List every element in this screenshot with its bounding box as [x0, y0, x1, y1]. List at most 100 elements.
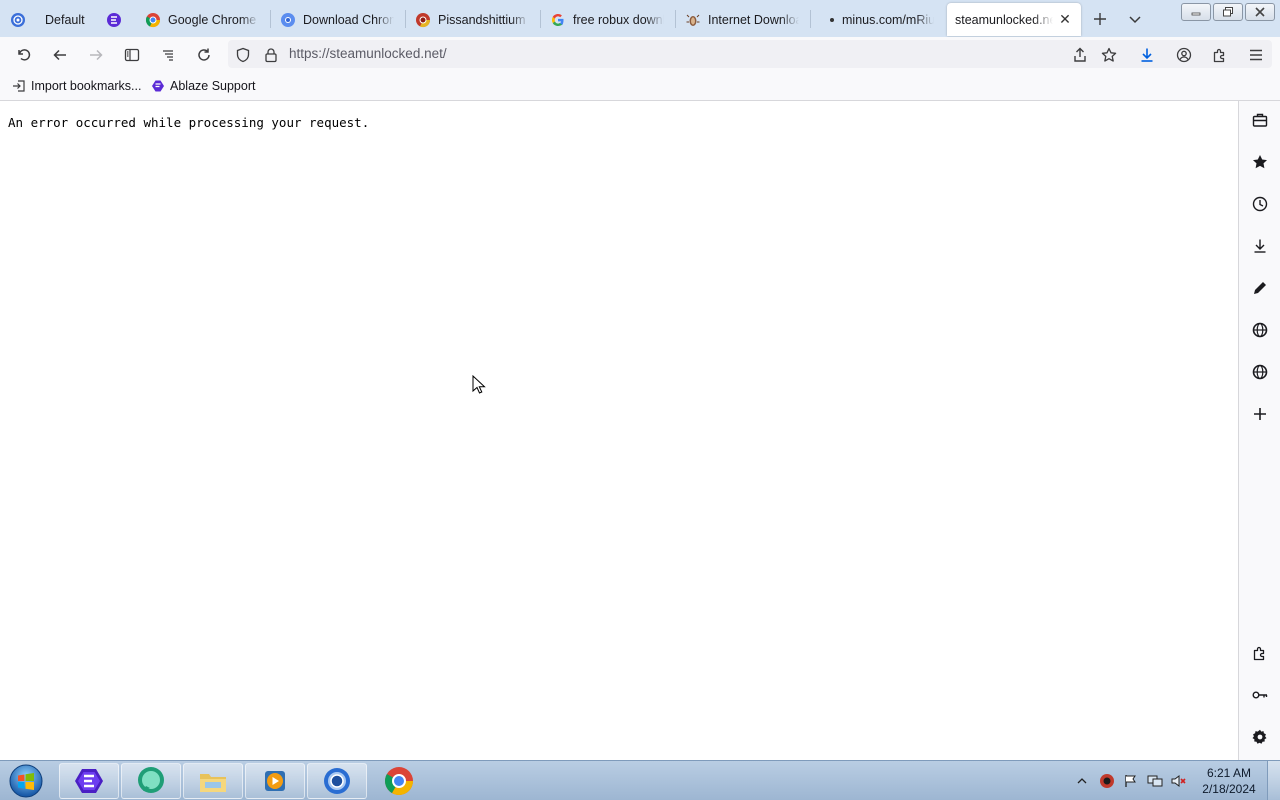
bug-icon — [685, 12, 701, 28]
download-icon — [1254, 239, 1266, 253]
forward-button[interactable] — [83, 42, 109, 68]
close-tab-icon[interactable]: ✕ — [1057, 11, 1073, 28]
tab-strip: Default Google Chrome W Download Chrom P… — [0, 0, 1280, 37]
share-button[interactable] — [1067, 42, 1093, 68]
arrow-right-icon — [90, 49, 103, 61]
taskbar-media-player[interactable] — [245, 763, 305, 799]
tab-title: Google Chrome W — [168, 12, 259, 27]
chevron-up-icon — [1077, 778, 1087, 784]
bookmark-ablaze-support[interactable]: Ablaze Support — [151, 79, 255, 93]
taskbar-google-chrome[interactable] — [369, 763, 429, 799]
sidebar-add-panel-button[interactable] — [1249, 403, 1271, 425]
windows-start-orb-icon — [9, 764, 43, 798]
network-icon — [1147, 775, 1163, 787]
tab-title: Pissandshittium — [438, 12, 526, 27]
extensions-button[interactable] — [1207, 42, 1233, 68]
show-hidden-icons-button[interactable] — [1074, 773, 1090, 789]
bookmark-label: Ablaze Support — [170, 79, 256, 93]
clock-date: 2/18/2024 — [1202, 782, 1256, 796]
chrome-blue-icon — [280, 12, 296, 28]
sidebar-toggle-button[interactable] — [119, 42, 145, 68]
sidebar-extensions-button[interactable] — [1249, 642, 1271, 664]
url-text[interactable]: https://steamunlocked.net/ — [289, 46, 447, 61]
list-all-tabs-button[interactable] — [1124, 8, 1146, 30]
taskbar-file-explorer[interactable] — [183, 763, 243, 799]
mouse-cursor-icon — [472, 375, 486, 394]
plus-icon — [1254, 408, 1266, 420]
chromium-red-icon — [415, 12, 431, 28]
taskbar-ablaze-browser[interactable] — [59, 763, 119, 799]
arrow-left-icon — [53, 49, 66, 61]
undo-close-tab-button[interactable] — [11, 42, 37, 68]
tray-network[interactable] — [1147, 773, 1163, 789]
puzzle-icon — [1213, 48, 1225, 63]
sidebar-toolbox-button[interactable] — [1249, 109, 1271, 131]
bookmarks-toolbar: Import bookmarks... Ablaze Support — [0, 72, 1280, 101]
tab-pissandshittium[interactable]: Pissandshittium — [407, 3, 537, 36]
gear-icon — [1252, 729, 1267, 744]
minimize-icon — [1191, 12, 1201, 16]
taskbar-chromium-app[interactable] — [307, 763, 367, 799]
profile-tab[interactable]: Default — [4, 3, 92, 36]
chevron-down-icon — [1129, 16, 1141, 24]
tab-divider — [810, 10, 811, 28]
sidebar-settings-button[interactable] — [1249, 726, 1271, 748]
dot-icon — [828, 12, 836, 28]
tray-antivirus[interactable] — [1099, 773, 1115, 789]
clock-time: 6:21 AM — [1206, 766, 1252, 780]
hamburger-menu-icon — [1250, 49, 1262, 61]
sidebar-bookmarks-button[interactable] — [1249, 151, 1271, 173]
profile-globe-icon — [10, 12, 26, 28]
sidebar-passwords-button[interactable] — [1249, 684, 1271, 706]
sidebar-web-panel-button[interactable] — [1249, 361, 1271, 383]
new-tab-button[interactable] — [1089, 8, 1111, 30]
sidebar-web-panel-button[interactable] — [1249, 319, 1271, 341]
bookmark-import[interactable]: Import bookmarks... — [12, 79, 141, 93]
back-button[interactable] — [47, 42, 73, 68]
tab-list-button[interactable] — [155, 42, 181, 68]
restore-button[interactable] — [1213, 3, 1243, 21]
tray-volume-muted[interactable] — [1171, 773, 1187, 789]
tab-divider — [540, 10, 541, 28]
site-security-button[interactable] — [258, 42, 284, 68]
tab-download-chrome[interactable]: Download Chrom — [272, 3, 402, 36]
error-message: An error occurred while processing your … — [8, 115, 370, 130]
tray-action-center[interactable] — [1123, 773, 1139, 789]
folder-icon — [200, 774, 226, 792]
app-menu-button[interactable] — [1243, 42, 1269, 68]
tab-google-chrome[interactable]: Google Chrome W — [137, 3, 267, 36]
flag-icon — [1125, 775, 1136, 787]
start-button[interactable] — [6, 762, 46, 800]
ablaze-browser-icon — [75, 769, 103, 793]
tab-divider — [270, 10, 271, 28]
account-icon — [1176, 47, 1192, 63]
account-button[interactable] — [1171, 42, 1197, 68]
tab-steamunlocked[interactable]: steamunlocked.net ✕ — [947, 3, 1081, 36]
globe-icon — [1252, 322, 1268, 338]
reload-button[interactable] — [191, 42, 217, 68]
shield-icon — [236, 47, 250, 63]
downloads-button[interactable] — [1134, 42, 1160, 68]
close-window-button[interactable] — [1245, 3, 1275, 21]
ablaze-icon — [151, 79, 165, 93]
chrome-icon — [145, 12, 161, 28]
sidebar-downloads-button[interactable] — [1249, 235, 1271, 257]
tab-free-robux[interactable]: free robux downlo — [542, 3, 672, 36]
tab-minus[interactable]: minus.com/mRiu — [812, 3, 942, 36]
tab-internet-download[interactable]: Internet Downloa — [677, 3, 807, 36]
taskbar-messenger-app[interactable] — [121, 763, 181, 799]
toolbox-icon — [1252, 113, 1268, 127]
pinned-ablaze-tab[interactable] — [98, 3, 132, 36]
close-icon — [1255, 7, 1265, 17]
bookmark-page-button[interactable] — [1096, 42, 1122, 68]
star-icon — [1253, 155, 1267, 169]
system-clock[interactable]: 6:21 AM 2/18/2024 — [1196, 765, 1262, 797]
sidebar-history-button[interactable] — [1249, 193, 1271, 215]
show-desktop-button[interactable] — [1267, 761, 1280, 800]
sidebar-notes-button[interactable] — [1249, 277, 1271, 299]
reload-icon — [198, 48, 210, 61]
minimize-button[interactable] — [1181, 3, 1211, 21]
google-g-icon — [550, 12, 566, 28]
web-page-content: An error occurred while processing your … — [0, 101, 1238, 760]
tracking-protection-button[interactable] — [230, 42, 256, 68]
